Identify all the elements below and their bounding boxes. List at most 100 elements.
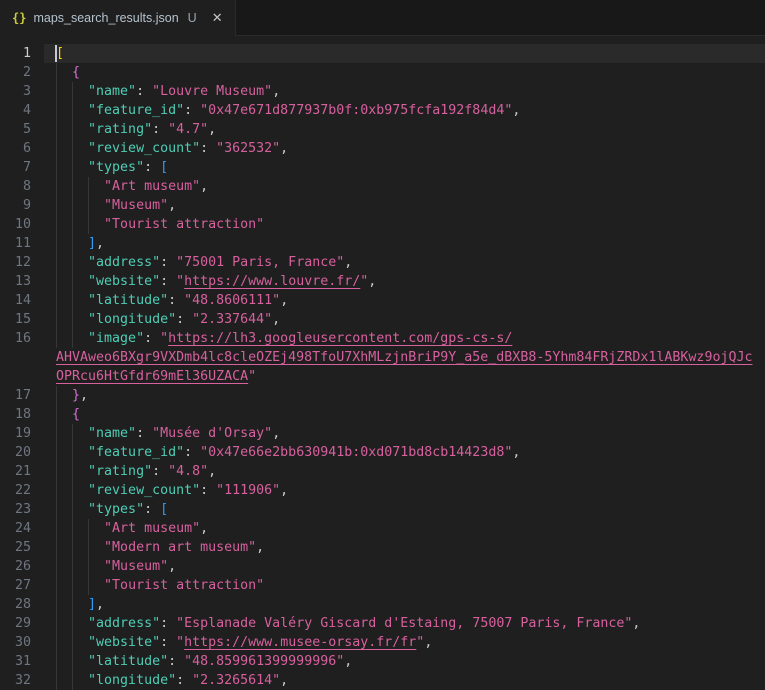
line-number[interactable]: 11 <box>0 234 31 253</box>
code-line[interactable]: 29 "address": "Esplanade Valéry Giscard … <box>0 614 765 633</box>
code-line[interactable]: 20 "feature_id": "0x47e66e2bb630941b:0xd… <box>0 443 765 462</box>
line-number[interactable]: 30 <box>0 633 31 652</box>
code-text: "rating": "4.7", <box>56 120 216 139</box>
code-line[interactable]: 19 "name": "Musée d'Orsay", <box>0 424 765 443</box>
line-number[interactable]: 4 <box>0 101 31 120</box>
line-number[interactable]: 7 <box>0 158 31 177</box>
code-text: "Art museum", <box>56 519 208 538</box>
code-token: "Art museum" <box>104 179 201 194</box>
code-line[interactable]: 3 "name": "Louvre Museum", <box>0 82 765 101</box>
line-number[interactable]: 28 <box>0 595 31 614</box>
code-line[interactable]: 10 "Tourist attraction" <box>0 215 765 234</box>
line-number[interactable]: 17 <box>0 386 31 405</box>
code-line[interactable]: 28 ], <box>0 595 765 614</box>
code-text: OPRcu6HtGfdr69mEl36UZACA" <box>56 367 256 386</box>
code-line[interactable]: 11 ], <box>0 234 765 253</box>
line-number[interactable]: 5 <box>0 120 31 139</box>
line-number[interactable]: 8 <box>0 177 31 196</box>
code-token: : <box>168 654 185 669</box>
json-file-icon: {} <box>12 11 27 25</box>
code-line[interactable]: OPRcu6HtGfdr69mEl36UZACA" <box>0 367 765 386</box>
line-number[interactable]: 32 <box>0 671 31 690</box>
line-number[interactable]: 22 <box>0 481 31 500</box>
code-token: : <box>176 312 193 327</box>
code-line[interactable]: 7 "types": [ <box>0 158 765 177</box>
code-line[interactable]: 30 "website": "https://www.musee-orsay.f… <box>0 633 765 652</box>
code-line[interactable]: 1[ <box>0 44 765 63</box>
code-line[interactable]: 6 "review_count": "362532", <box>0 139 765 158</box>
line-number[interactable]: 2 <box>0 63 31 82</box>
code-line[interactable]: 12 "address": "75001 Paris, France", <box>0 253 765 272</box>
url-link[interactable]: AHVAweo6BXgr9VXDmb4lc8cleOZEj498TfoU7XhM… <box>56 350 752 365</box>
code-line[interactable]: 9 "Museum", <box>0 196 765 215</box>
line-number[interactable]: 9 <box>0 196 31 215</box>
code-line[interactable]: 22 "review_count": "111906", <box>0 481 765 500</box>
code-line[interactable]: 16 "image": "https://lh3.googleuserconte… <box>0 329 765 348</box>
code-token: , <box>280 293 289 308</box>
line-number[interactable]: 31 <box>0 652 31 671</box>
url-link[interactable]: https://www.louvre.fr/ <box>184 274 360 289</box>
code-line[interactable]: 4 "feature_id": "0x47e671d877937b0f:0xb9… <box>0 101 765 120</box>
code-line[interactable]: AHVAweo6BXgr9VXDmb4lc8cleOZEj498TfoU7XhM… <box>0 348 765 367</box>
code-token: "longitude" <box>88 312 177 327</box>
code-token: : <box>168 293 185 308</box>
line-number[interactable]: 20 <box>0 443 31 462</box>
line-number[interactable]: 14 <box>0 291 31 310</box>
url-link[interactable]: https://www.musee-orsay.fr/fr <box>184 635 416 650</box>
code-text: "website": "https://www.musee-orsay.fr/f… <box>56 633 432 652</box>
code-line[interactable]: 18 { <box>0 405 765 424</box>
line-number[interactable]: 21 <box>0 462 31 481</box>
line-number[interactable]: 24 <box>0 519 31 538</box>
line-number[interactable]: 12 <box>0 253 31 272</box>
code-text: ], <box>56 234 104 253</box>
line-number[interactable]: 6 <box>0 139 31 158</box>
code-token: "Esplanade Valéry Giscard d'Estaing, 750… <box>176 616 633 631</box>
url-link[interactable]: https://lh3.googleusercontent.com/gps-cs… <box>168 331 512 346</box>
code-line[interactable]: 24 "Art museum", <box>0 519 765 538</box>
code-line[interactable]: 25 "Modern art museum", <box>0 538 765 557</box>
code-line[interactable]: 26 "Museum", <box>0 557 765 576</box>
line-number[interactable]: 15 <box>0 310 31 329</box>
code-line[interactable]: 14 "latitude": "48.8606111", <box>0 291 765 310</box>
code-line[interactable]: 13 "website": "https://www.louvre.fr/", <box>0 272 765 291</box>
line-number[interactable]: 13 <box>0 272 31 291</box>
line-number[interactable]: 19 <box>0 424 31 443</box>
code-line[interactable]: 17 }, <box>0 386 765 405</box>
line-number[interactable]: 23 <box>0 500 31 519</box>
line-number[interactable]: 27 <box>0 576 31 595</box>
line-number[interactable]: 1 <box>0 44 31 63</box>
tab-maps-search-results-json[interactable]: {} maps_search_results.json U ✕ <box>0 0 236 36</box>
line-number[interactable]: 3 <box>0 82 31 101</box>
code-line[interactable]: 27 "Tourist attraction" <box>0 576 765 595</box>
url-link[interactable]: OPRcu6HtGfdr69mEl36UZACA <box>56 369 248 384</box>
code-text: { <box>56 63 80 82</box>
code-line[interactable]: 8 "Art museum", <box>0 177 765 196</box>
code-line[interactable]: 31 "latitude": "48.859961399999996", <box>0 652 765 671</box>
code-token: , <box>512 445 521 460</box>
code-text: "types": [ <box>56 500 168 519</box>
code-token: "address" <box>88 616 161 631</box>
code-token: "website" <box>88 635 161 650</box>
code-line[interactable]: 15 "longitude": "2.337644", <box>0 310 765 329</box>
code-token: "75001 Paris, France" <box>176 255 345 270</box>
line-number[interactable]: 18 <box>0 405 31 424</box>
code-line[interactable]: 23 "types": [ <box>0 500 765 519</box>
line-number[interactable]: 10 <box>0 215 31 234</box>
line-number[interactable]: 25 <box>0 538 31 557</box>
code-token: , <box>80 388 89 403</box>
close-tab-icon[interactable]: ✕ <box>212 10 223 26</box>
line-number[interactable]: 26 <box>0 557 31 576</box>
code-line[interactable]: 5 "rating": "4.7", <box>0 120 765 139</box>
line-number[interactable]: 29 <box>0 614 31 633</box>
code-text: AHVAweo6BXgr9VXDmb4lc8cleOZEj498TfoU7XhM… <box>56 348 752 367</box>
line-number[interactable]: 16 <box>0 329 31 348</box>
code-line[interactable]: 2 { <box>0 63 765 82</box>
code-line[interactable]: 32 "longitude": "2.3265614", <box>0 671 765 690</box>
code-line[interactable]: 21 "rating": "4.8", <box>0 462 765 481</box>
